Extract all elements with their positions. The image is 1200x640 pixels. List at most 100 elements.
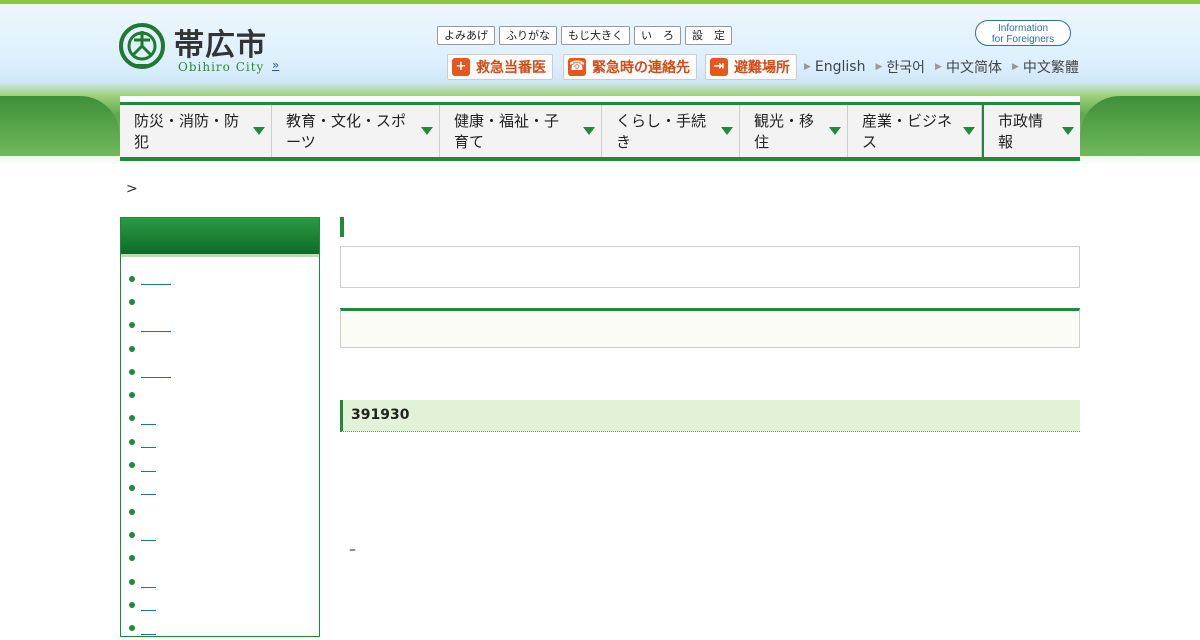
sidebar-link[interactable]	[141, 412, 156, 425]
dropdown-caret-icon	[963, 127, 975, 135]
nav-health-welfare[interactable]: 健康・福祉・子育て	[440, 105, 602, 157]
sidebar-item[interactable]	[129, 430, 319, 453]
bullet-icon	[129, 275, 135, 282]
bullet-icon	[129, 345, 135, 352]
settings-button[interactable]: 設 定	[685, 26, 732, 45]
medical-cross-icon: +	[452, 58, 470, 76]
info-for-foreigners-button[interactable]: Information for Foreigners	[975, 20, 1071, 46]
dropdown-caret-icon	[583, 127, 595, 135]
utility-toolbar: よみあげ ふりがな もじ大きく い ろ 設 定	[437, 26, 732, 45]
evacuation-site-button[interactable]: ⇥ 避難場所	[705, 54, 797, 80]
global-nav-top-border	[120, 96, 1080, 105]
sidebar-item[interactable]	[129, 314, 319, 337]
section-heading: 391930	[340, 400, 1080, 432]
lang-label: 中文简体	[945, 60, 1002, 76]
nav-education-culture[interactable]: 教育・文化・スポーツ	[272, 105, 440, 157]
sidebar-link[interactable]	[141, 365, 171, 379]
lang-korean[interactable]: ▶ 한국어	[875, 57, 925, 77]
sidebar-item[interactable]	[129, 570, 319, 593]
nav-label: 産業・ビジネス	[862, 112, 953, 151]
bullet-icon	[129, 531, 135, 538]
emergency-doctor-label: 救急当番医	[476, 60, 546, 76]
sidebar-link[interactable]	[141, 622, 156, 635]
nav-city-information[interactable]: 市政情報	[982, 105, 1080, 157]
triangle-right-icon: ▶	[804, 62, 811, 72]
sidebar-item[interactable]	[129, 360, 319, 383]
site-logo[interactable]: 帯広市 Obihiro City »	[118, 20, 298, 76]
bullet-icon	[129, 578, 135, 585]
nav-industry-business[interactable]: 産業・ビジネス	[848, 105, 982, 157]
color-button[interactable]: い ろ	[634, 26, 681, 45]
furigana-button[interactable]: ふりがな	[499, 26, 557, 45]
sidebar-item[interactable]	[129, 523, 319, 546]
nav-label: 健康・福祉・子育て	[454, 112, 560, 151]
logo-more-link[interactable]: »	[272, 58, 279, 72]
left-hill-decoration	[0, 96, 120, 156]
nav-label: 防災・消防・防犯	[134, 112, 240, 151]
sidebar-item[interactable]	[129, 616, 319, 639]
text-size-button[interactable]: もじ大きく	[561, 26, 630, 45]
emergency-contacts-button[interactable]: ☎ 緊急時の連絡先	[563, 54, 697, 80]
city-emblem-icon	[119, 23, 165, 69]
sidebar-link[interactable]	[141, 528, 156, 542]
breadcrumb: >	[126, 181, 138, 197]
lang-chinese-traditional[interactable]: ▶ 中文繁體	[1012, 57, 1079, 77]
nav-label: 観光・移住	[754, 112, 815, 151]
logo-title: 帯広市	[174, 28, 267, 63]
bullet-icon	[129, 368, 135, 375]
sidebar-item	[129, 383, 319, 406]
nav-disaster-prevention[interactable]: 防災・消防・防犯	[120, 105, 272, 157]
sidebar-link[interactable]	[141, 575, 156, 588]
triangle-right-icon: ▶	[875, 62, 883, 72]
lang-english[interactable]: ▶ English	[804, 57, 865, 77]
sidebar-link[interactable]	[141, 598, 156, 612]
sidebar-link[interactable]	[141, 482, 156, 495]
lang-label: 한국어	[886, 60, 926, 76]
read-aloud-button[interactable]: よみあげ	[437, 26, 495, 45]
lang-label: 中文繁體	[1022, 60, 1079, 76]
info-line-1: Information	[997, 23, 1049, 34]
bullet-icon	[129, 462, 135, 469]
logo-subtitle: Obihiro City	[178, 60, 265, 74]
bullet-icon	[129, 508, 135, 515]
sidebar-item[interactable]	[129, 407, 319, 430]
page-title-marker	[340, 217, 344, 237]
bullet-icon	[129, 298, 135, 305]
sidebar-link[interactable]	[141, 272, 171, 286]
bullet-icon	[129, 438, 135, 445]
emergency-contacts-label: 緊急時の連絡先	[592, 60, 690, 76]
sidebar-menu	[120, 217, 320, 637]
info-line-2: for Foreigners	[991, 34, 1055, 45]
right-hill-decoration	[1080, 96, 1200, 156]
sidebar-link[interactable]	[141, 319, 171, 332]
sidebar-link[interactable]	[141, 435, 156, 449]
nav-living-procedures[interactable]: くらし・手続き	[602, 105, 740, 157]
sidebar-item	[129, 290, 319, 313]
nav-label: 教育・文化・スポーツ	[286, 112, 407, 151]
content-box	[340, 246, 1080, 288]
dropdown-caret-icon	[829, 127, 841, 135]
sidebar-item[interactable]	[129, 593, 319, 616]
nav-label: 市政情報	[998, 112, 1044, 151]
bullet-icon	[129, 601, 135, 608]
sidebar-item[interactable]	[129, 453, 319, 476]
bullet-icon	[129, 415, 135, 422]
nav-tourism-migration[interactable]: 観光・移住	[740, 105, 848, 157]
sidebar-link[interactable]	[141, 459, 156, 472]
dropdown-caret-icon	[253, 127, 265, 135]
sidebar-item[interactable]	[129, 477, 319, 500]
language-links: ▶ English ▶ 한국어 ▶ 中文简体 ▶ 中文繁體	[804, 57, 1079, 77]
emergency-doctor-button[interactable]: + 救急当番医	[447, 54, 553, 80]
nav-label: くらし・手続き	[616, 112, 707, 151]
lang-chinese-simplified[interactable]: ▶ 中文简体	[935, 57, 1002, 77]
bullet-icon	[129, 392, 135, 399]
sidebar-item	[129, 547, 319, 570]
content-dash: –	[349, 542, 356, 558]
content-info-box	[340, 308, 1080, 348]
dropdown-caret-icon	[1062, 127, 1074, 135]
evacuation-site-label: 避難場所	[734, 60, 790, 76]
bullet-icon	[129, 322, 135, 329]
evacuation-icon: ⇥	[710, 58, 728, 76]
sidebar-item[interactable]	[129, 267, 319, 290]
triangle-right-icon: ▶	[1011, 62, 1019, 72]
